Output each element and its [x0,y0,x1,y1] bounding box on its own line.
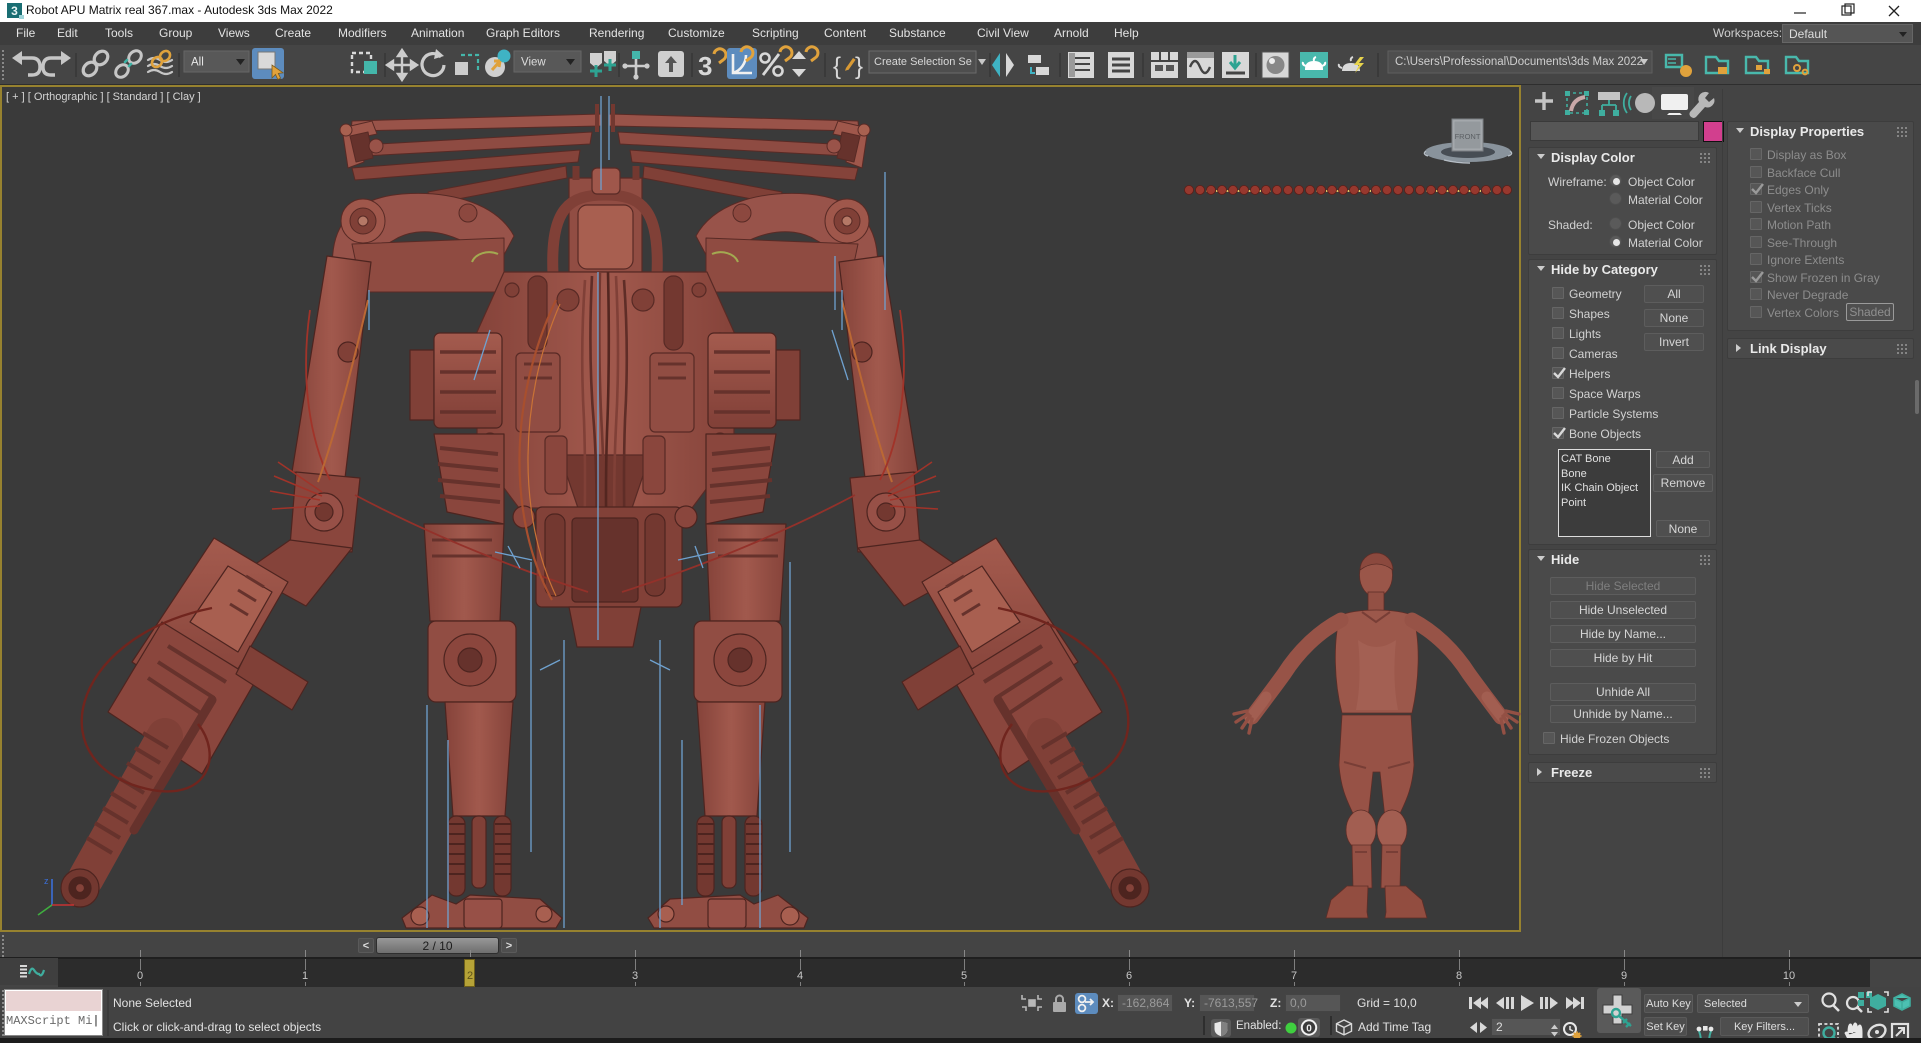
svg-text:z: z [44,876,49,886]
svg-text:FRONT: FRONT [1455,132,1481,141]
svg-text:All: All [191,57,204,69]
svg-text:}: } [855,53,863,80]
svg-text:0: 0 [1306,1024,1312,1035]
svg-text:3: 3 [11,4,18,18]
svg-text:3: 3 [698,51,712,81]
svg-text:C:\Users\Professional\Document: C:\Users\Professional\Documents\3ds Max … [1395,56,1643,68]
svg-text:Create Selection Se: Create Selection Se [874,56,972,68]
svg-text:View: View [521,57,546,69]
svg-text:{: { [833,53,841,80]
